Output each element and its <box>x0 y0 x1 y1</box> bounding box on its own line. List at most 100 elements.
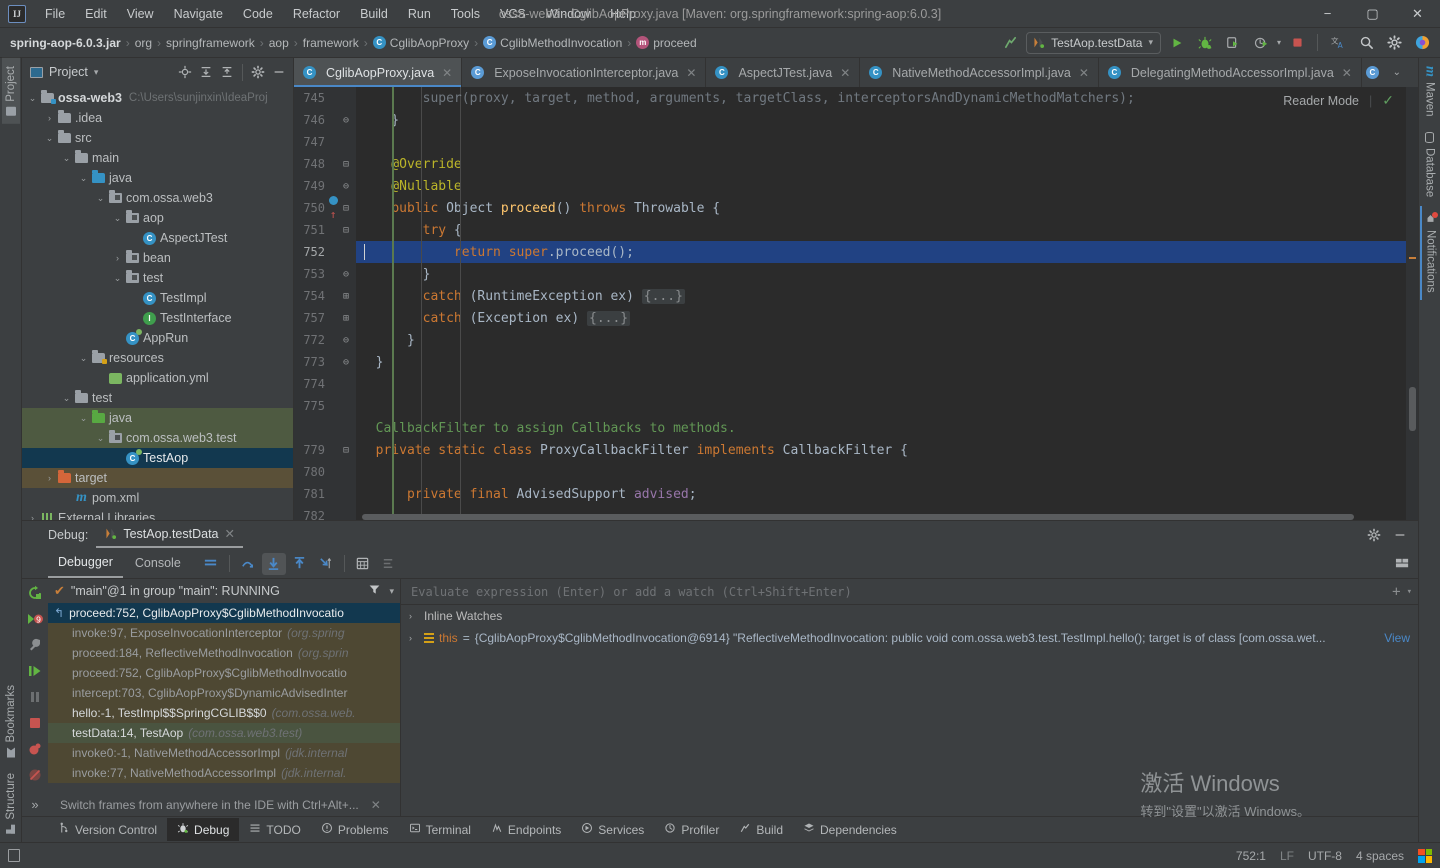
gutter-line[interactable]: 782 <box>294 505 356 520</box>
code-line[interactable]: private final AdvisedSupport advised; <box>356 483 1418 505</box>
chevron-down-icon[interactable]: ⌄ <box>94 193 107 204</box>
tree-node-src[interactable]: ⌄ src <box>22 128 293 148</box>
tool-window-structure[interactable]: Structure <box>2 765 20 842</box>
tree-node-resources[interactable]: ⌄ resources <box>22 348 293 368</box>
code-line[interactable]: } <box>356 351 1418 373</box>
menu-build[interactable]: Build <box>351 3 397 25</box>
close-icon[interactable]: ✕ <box>442 66 452 80</box>
stack-frame[interactable]: hello:-1, TestImpl$$SpringCGLIB$$0 (com.… <box>48 703 400 723</box>
chevron-down-icon[interactable]: ⌄ <box>43 133 56 144</box>
chevron-down-icon[interactable]: ⌄ <box>26 93 39 104</box>
code-content[interactable]: super(proxy, target, method, arguments, … <box>356 87 1418 520</box>
editor-tab-aspectjtest[interactable]: C AspectJTest.java ✕ <box>706 58 861 87</box>
gutter-line[interactable]: 773 ⊖ <box>294 351 356 373</box>
gutter-line[interactable]: 781 <box>294 483 356 505</box>
add-watch-icon[interactable]: + <box>1392 584 1400 600</box>
gutter-line[interactable]: 772 ⊖ <box>294 329 356 351</box>
filter-icon[interactable] <box>368 583 381 599</box>
code-line[interactable] <box>356 373 1418 395</box>
tree-node-bean[interactable]: › bean <box>22 248 293 268</box>
chevron-right-icon[interactable]: › <box>43 113 56 123</box>
chevron-right-icon[interactable]: › <box>409 611 419 621</box>
step-into-icon[interactable] <box>261 552 286 575</box>
evaluate-expression-icon[interactable] <box>351 553 375 575</box>
evaluate-expression-row[interactable]: Evaluate expression (Enter) or add a wat… <box>401 579 1418 605</box>
run-with-coverage-icon[interactable] <box>1221 32 1245 54</box>
tree-node-application-yml[interactable]: application.yml <box>22 368 293 388</box>
stop-icon[interactable] <box>24 711 46 735</box>
breadcrumb-jar[interactable]: spring-aop-6.0.3.jar <box>10 36 121 50</box>
gutter-line[interactable]: 775 <box>294 395 356 417</box>
code-line[interactable] <box>356 131 1418 153</box>
tree-node-test[interactable]: ⌄ test <box>22 388 293 408</box>
reader-mode-indicator[interactable]: Reader Mode | ✓ <box>1283 92 1394 109</box>
bottom-tab-terminal[interactable]: Terminal <box>399 818 481 841</box>
translate-icon[interactable]: 文A <box>1326 32 1350 54</box>
chevron-down-icon[interactable]: ⌄ <box>77 353 90 364</box>
gutter-line[interactable]: 752 <box>294 241 356 263</box>
debug-layout-icon[interactable] <box>1394 553 1418 575</box>
menu-view[interactable]: View <box>118 3 163 25</box>
debug-icon[interactable] <box>1193 32 1217 54</box>
file-encoding[interactable]: UTF-8 <box>1308 849 1342 863</box>
menu-code[interactable]: Code <box>234 3 282 25</box>
menu-help[interactable]: Help <box>601 3 645 25</box>
menu-refactor[interactable]: Refactor <box>284 3 349 25</box>
close-icon[interactable]: ✕ <box>371 798 381 812</box>
fold-marker-icon[interactable]: ⊟ <box>339 225 353 236</box>
gutter-line[interactable]: 747 <box>294 131 356 153</box>
chevron-down-icon[interactable]: ▾ <box>1148 37 1153 48</box>
code-line[interactable]: CallbackFilter to assign Callbacks to me… <box>356 87 1418 520</box>
inline-watches-row[interactable]: › Inline Watches <box>401 605 1418 627</box>
breadcrumb-org[interactable]: org <box>135 36 152 50</box>
gutter-line[interactable]: 751 ⊟ <box>294 219 356 241</box>
memory-indicator-icon[interactable] <box>8 849 20 862</box>
stack-frame[interactable]: invoke:97, ExposeInvocationInterceptor (… <box>48 623 400 643</box>
view-breakpoints-icon[interactable] <box>24 737 46 761</box>
chevron-down-icon[interactable]: ⌄ <box>1385 62 1409 84</box>
code-line[interactable]: try { <box>356 219 1418 241</box>
chevron-down-icon[interactable]: ▾ <box>94 67 99 78</box>
project-tree[interactable]: ⌄ ossa-web3 C:\Users\sunjinxin\IdeaProj › .i… <box>22 86 293 520</box>
stop-icon[interactable] <box>1285 32 1309 54</box>
tab-console[interactable]: Console <box>125 550 191 577</box>
minimize-button[interactable]: − <box>1305 0 1350 28</box>
editor-tab-exposeinvocationinterceptor[interactable]: C ExposeInvocationInterceptor.java ✕ <box>462 58 707 87</box>
tree-node--idea[interactable]: › .idea <box>22 108 293 128</box>
stack-frame[interactable]: testData:14, TestAop (com.ossa.web3.test… <box>48 723 400 743</box>
gutter-line[interactable]: 748 ⊟ <box>294 153 356 175</box>
code-line[interactable]: catch (RuntimeException ex) {...} <box>356 285 1418 307</box>
tool-window-notifications[interactable]: Notifications <box>1419 205 1440 301</box>
bottom-tab-version-control[interactable]: Version Control <box>48 818 167 841</box>
tree-node-aop[interactable]: ⌄ aop <box>22 208 293 228</box>
breakpoint-icon[interactable]: ↑ <box>327 195 339 221</box>
close-button[interactable]: ✕ <box>1395 0 1440 28</box>
step-out-icon[interactable] <box>288 553 312 575</box>
fold-marker-icon[interactable]: ⊟ <box>339 445 353 456</box>
more-options-icon[interactable]: » <box>24 792 46 816</box>
chevron-down-icon[interactable]: ⌄ <box>60 153 73 164</box>
chevron-down-icon[interactable]: ⌄ <box>111 273 124 284</box>
close-icon[interactable]: ✕ <box>1342 66 1352 80</box>
tree-node-aspectjtest[interactable]: C AspectJTest <box>22 228 293 248</box>
code-line[interactable]: } <box>356 329 1418 351</box>
chevron-right-icon[interactable]: › <box>111 253 124 263</box>
menu-window[interactable]: Window <box>537 3 599 25</box>
inspection-status-icon[interactable]: ✓ <box>1382 92 1394 109</box>
close-icon[interactable]: ✕ <box>840 66 850 80</box>
gutter-line[interactable]: 780 <box>294 461 356 483</box>
breadcrumb-proceed[interactable]: m proceed <box>636 36 697 50</box>
code-line[interactable]: return super .proceed(); <box>356 241 1418 263</box>
chevron-down-icon[interactable]: ⌄ <box>94 433 107 444</box>
bottom-tab-dependencies[interactable]: Dependencies <box>793 818 907 841</box>
mute-breakpoints-icon[interactable] <box>377 553 401 575</box>
build-icon[interactable] <box>998 32 1022 54</box>
code-line[interactable] <box>356 395 1418 417</box>
gutter-line[interactable]: 745 <box>294 87 356 109</box>
code-line[interactable]: @Nullable <box>356 175 1418 197</box>
editor-marker-track[interactable] <box>1406 87 1418 520</box>
tree-node-com-ossa-web3-test[interactable]: ⌄ com.ossa.web3.test <box>22 428 293 448</box>
profile-icon[interactable] <box>1249 32 1273 54</box>
gear-icon[interactable] <box>1362 524 1386 546</box>
breadcrumb-aop[interactable]: aop <box>269 36 289 50</box>
